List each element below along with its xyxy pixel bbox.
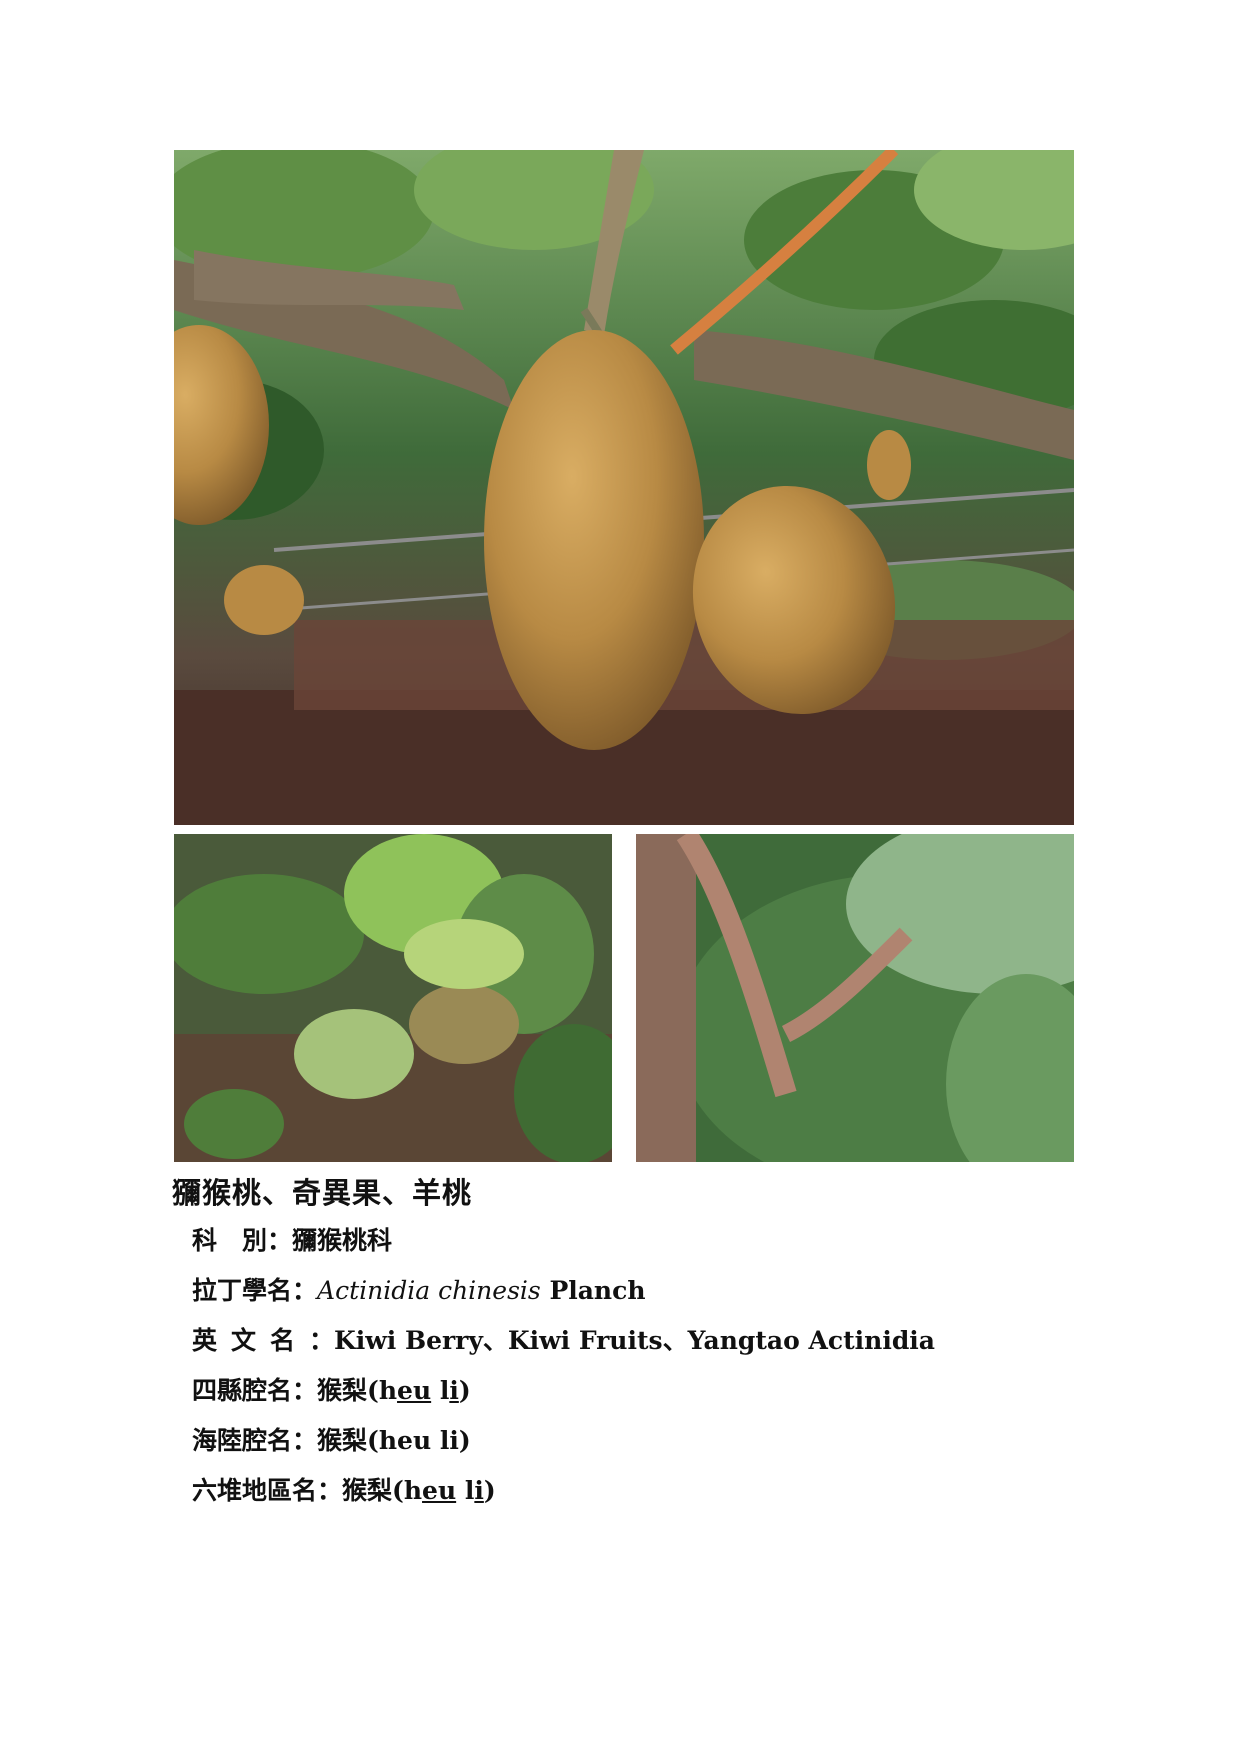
sixian-value-pre: 猴梨(h	[317, 1376, 398, 1405]
hailu-name-colon: ：	[292, 1426, 318, 1455]
english-name-colon: ：	[309, 1326, 335, 1355]
hailu-name-row: 海陸腔名：猴梨(heu li)	[192, 1422, 935, 1472]
latin-name-label: 拉丁學名	[192, 1276, 293, 1305]
sixian-name-colon: ：	[292, 1376, 318, 1405]
hairy-petiole-leaf-photo	[636, 834, 1074, 1162]
plant-info-list: 科 別：獼猴桃科 拉丁學名：Actinidia chinesis Planch …	[192, 1222, 935, 1522]
page-title: 獼猴桃、奇異果、羊桃	[172, 1176, 473, 1210]
kiwifruit-on-vine-photo	[174, 150, 1074, 825]
sixian-name-row: 四縣腔名：猴梨(heu li)	[192, 1372, 935, 1422]
sixian-value-post: )	[458, 1376, 471, 1405]
sixian-value-mid: l	[431, 1376, 450, 1405]
latin-name-row: 拉丁學名：Actinidia chinesis Planch	[192, 1272, 935, 1322]
english-name-row: 英文名：Kiwi Berry、Kiwi Fruits、Yangtao Actin…	[192, 1322, 935, 1372]
hailu-name-value: 猴梨(heu li)	[317, 1426, 471, 1455]
liudui-name-row: 六堆地區名：猴梨(heu li)	[192, 1472, 935, 1522]
family-label: 科 別	[192, 1226, 268, 1255]
family-value: 獼猴桃科	[292, 1226, 393, 1255]
liudui-value-underlined-2: i	[474, 1476, 484, 1505]
sixian-value-underlined-2: i	[449, 1376, 459, 1405]
liudui-value-post: )	[483, 1476, 496, 1505]
liudui-value-pre: 猴梨(h	[342, 1476, 423, 1505]
liudui-name-label: 六堆地區名	[192, 1476, 318, 1505]
liudui-value-mid: l	[456, 1476, 475, 1505]
liudui-name-colon: ：	[317, 1476, 343, 1505]
kiwi-leaves-photo	[174, 834, 612, 1162]
sixian-name-label: 四縣腔名	[192, 1376, 293, 1405]
english-name-value: Kiwi Berry、Kiwi Fruits、Yangtao Actinidia	[334, 1326, 936, 1355]
family-row: 科 別：獼猴桃科	[192, 1222, 935, 1272]
english-name-label: 英文名	[192, 1326, 310, 1355]
liudui-value-underlined-1: eu	[422, 1476, 457, 1505]
sixian-value-underlined-1: eu	[397, 1376, 432, 1405]
hailu-name-label: 海陸腔名	[192, 1426, 293, 1455]
latin-name-italic: Actinidia chinesis	[317, 1276, 541, 1305]
latin-name-colon: ：	[292, 1276, 318, 1305]
family-colon: ：	[267, 1226, 293, 1255]
latin-name-authority: Planch	[540, 1276, 646, 1305]
